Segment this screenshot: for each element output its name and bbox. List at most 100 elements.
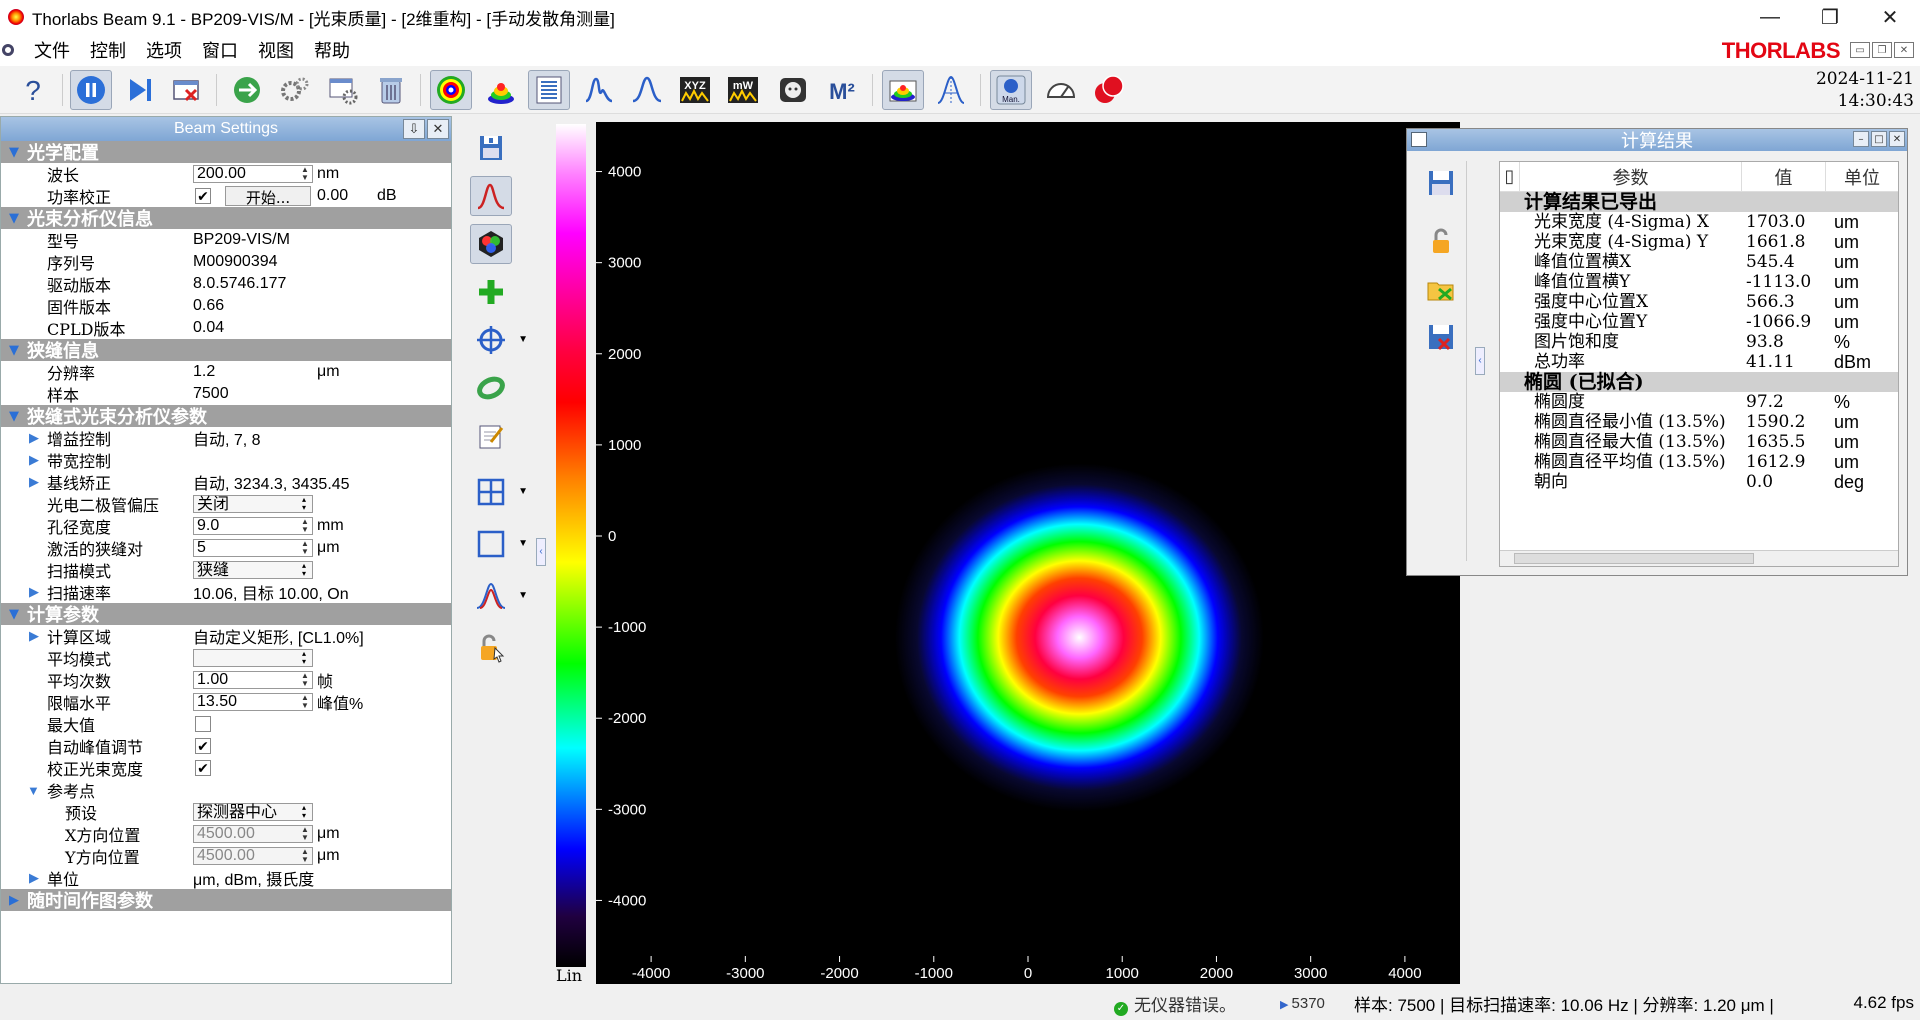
- start-button[interactable]: 开始...: [225, 186, 311, 207]
- profile-overlay-icon[interactable]: [470, 176, 512, 216]
- camera-icon[interactable]: [772, 70, 814, 110]
- unlock-cursor-icon[interactable]: [470, 628, 512, 668]
- manual-icon[interactable]: Man.: [990, 70, 1032, 110]
- results-row[interactable]: 光束宽度 (4-Sigma) X 1703.0 um: [1500, 212, 1898, 232]
- results-row[interactable]: 朝向 0.0 deg: [1500, 472, 1898, 492]
- results-minimize-button[interactable]: –: [1853, 131, 1869, 147]
- gauss-fit-icon[interactable]: [626, 70, 668, 110]
- mdi-close-button[interactable]: ✕: [1894, 42, 1914, 58]
- step-icon[interactable]: [118, 70, 160, 110]
- results-maximize-button[interactable]: □: [1871, 131, 1887, 147]
- results-row[interactable]: 总功率 41.11 dBm: [1500, 352, 1898, 372]
- 3d-view-icon[interactable]: [480, 70, 522, 110]
- grid-icon[interactable]: ▼: [470, 472, 528, 512]
- section-timechart[interactable]: ▶ 随时间作图参数: [1, 889, 451, 912]
- system-menu-icon[interactable]: [2, 44, 14, 56]
- network-icon[interactable]: [226, 70, 268, 110]
- chevron-down-icon[interactable]: ▼: [518, 590, 528, 601]
- row-bandwidth[interactable]: ▶ 带宽控制: [1, 449, 451, 471]
- correct-width-checkbox[interactable]: ✔: [195, 760, 211, 776]
- collapse-panel-handle[interactable]: ‹: [536, 538, 546, 566]
- results-row[interactable]: 峰值位置横X 545.4 um: [1500, 252, 1898, 272]
- section-slit-info[interactable]: ▼ 狭缝信息: [1, 339, 451, 362]
- results-row[interactable]: 椭圆直径平均值 (13.5%) 1612.9 um: [1500, 452, 1898, 472]
- clip-level-input[interactable]: 13.50 ▲ ▼: [193, 693, 313, 711]
- row-baseline[interactable]: ▶ 基线矫正 自动, 3234.3, 3435.45: [1, 471, 451, 493]
- config-icon[interactable]: [322, 70, 364, 110]
- crosshair-icon[interactable]: ▼: [470, 320, 528, 360]
- beam-2d-plot[interactable]: 4000 3000 2000 1000 0 -1000 -2000 -3000 -4000 -40…: [596, 122, 1460, 984]
- results-row[interactable]: 强度中心位置Y -1066.9 um: [1500, 312, 1898, 332]
- avg-count-input[interactable]: 1.00 ▲ ▼: [193, 671, 313, 689]
- clear-icon[interactable]: [370, 70, 412, 110]
- auto-peak-checkbox[interactable]: ✔: [195, 738, 211, 754]
- restore-button[interactable]: ❐: [1800, 0, 1860, 34]
- menu-window[interactable]: 窗口: [192, 37, 248, 63]
- rectangle-icon[interactable]: ▼: [470, 524, 528, 564]
- menu-control[interactable]: 控制: [80, 37, 136, 63]
- menu-options[interactable]: 选项: [136, 37, 192, 63]
- divergence-icon[interactable]: [930, 70, 972, 110]
- row-ref-point[interactable]: ▼ 参考点: [1, 779, 451, 801]
- plot-canvas[interactable]: 4000 3000 2000 1000 0 -1000 -2000 -3000 -4000 -40…: [596, 122, 1460, 984]
- m2-icon[interactable]: M²: [822, 70, 864, 110]
- results-hscrollbar[interactable]: [1500, 550, 1898, 566]
- results-row[interactable]: 图片饱和度 93.8%: [1500, 332, 1898, 352]
- unlock-icon[interactable]: [1425, 225, 1457, 257]
- save-results-icon[interactable]: [1425, 167, 1457, 199]
- pause-icon[interactable]: [70, 70, 112, 110]
- export-folder-icon[interactable]: [1425, 273, 1457, 305]
- section-slit-params[interactable]: ▼ 狭缝式光束分析仪参数: [1, 405, 451, 428]
- settings-gears-icon[interactable]: [274, 70, 316, 110]
- close-detector-icon[interactable]: [166, 70, 208, 110]
- avg-mode-select[interactable]: [193, 649, 313, 667]
- mw-icon[interactable]: mW: [722, 70, 764, 110]
- menu-file[interactable]: 文件: [24, 37, 80, 63]
- beam-profile-icon[interactable]: [578, 70, 620, 110]
- preset-select[interactable]: 探测器中心: [193, 803, 313, 821]
- results-row[interactable]: 强度中心位置X 566.3 um: [1500, 292, 1898, 312]
- col-param[interactable]: 参数: [1520, 162, 1742, 191]
- power-correction-checkbox[interactable]: ✔: [195, 188, 211, 204]
- menu-view[interactable]: 视图: [248, 37, 304, 63]
- results-table-icon[interactable]: [528, 70, 570, 110]
- menu-help[interactable]: 帮助: [304, 37, 360, 63]
- record-icon[interactable]: [1088, 70, 1130, 110]
- row-gain[interactable]: ▶ 增益控制 自动, 7, 8: [1, 427, 451, 449]
- row-units[interactable]: ▶ 单位 μm, dBm, 摄氏度: [1, 867, 451, 889]
- results-collapse-handle[interactable]: ‹: [1475, 347, 1485, 375]
- results-group-header[interactable]: 椭圆 (已拟合): [1500, 372, 1898, 392]
- mdi-restore-button[interactable]: ❐: [1872, 42, 1892, 58]
- x-position-input[interactable]: 4500.00 ▲ ▼: [193, 825, 313, 843]
- results-row[interactable]: 峰值位置横Y -1113.0 um: [1500, 272, 1898, 292]
- mdi-minimize-button[interactable]: ▭: [1850, 42, 1870, 58]
- export-icon[interactable]: ▯: [1500, 162, 1520, 191]
- color-profile-icon[interactable]: [882, 70, 924, 110]
- row-calc-area[interactable]: ▶ 计算区域 自动定义矩形, [CL1.0%]: [1, 625, 451, 647]
- gauss-profile-icon[interactable]: ▼: [470, 576, 528, 616]
- wavelength-input[interactable]: 200.00 ▲ ▼: [193, 165, 313, 183]
- results-row[interactable]: 椭圆度 97.2%: [1500, 392, 1898, 412]
- scan-mode-select[interactable]: 狭缝: [193, 561, 313, 579]
- add-icon[interactable]: [470, 272, 512, 312]
- photodiode-bias-select[interactable]: 关闭: [193, 495, 313, 513]
- help-icon[interactable]: ?: [12, 70, 54, 110]
- results-row[interactable]: 椭圆直径最小值 (13.5%) 1590.2 um: [1500, 412, 1898, 432]
- pin-button[interactable]: ⇩: [403, 119, 425, 139]
- y-position-input[interactable]: 4500.00 ▲ ▼: [193, 847, 313, 865]
- max-value-checkbox[interactable]: [195, 716, 211, 732]
- 2d-view-icon[interactable]: [430, 70, 472, 110]
- col-value[interactable]: 值: [1742, 162, 1826, 191]
- results-row[interactable]: 椭圆直径最大值 (13.5%) 1635.5 um: [1500, 432, 1898, 452]
- chevron-down-icon[interactable]: ▼: [518, 334, 528, 345]
- col-unit[interactable]: 单位: [1826, 162, 1898, 191]
- xyz-icon[interactable]: XYZ: [674, 70, 716, 110]
- section-analyzer-info[interactable]: ▼ 光束分析仪信息: [1, 207, 451, 230]
- active-slit-input[interactable]: 5 ▲ ▼: [193, 539, 313, 557]
- scroll-thumb[interactable]: [1514, 553, 1754, 564]
- results-close-button[interactable]: ✕: [1889, 131, 1905, 147]
- panel-close-button[interactable]: ✕: [427, 119, 449, 139]
- chevron-down-icon[interactable]: ▼: [518, 486, 528, 497]
- ellipse-fit-icon[interactable]: [470, 368, 512, 408]
- section-calc-params[interactable]: ▼ 计算参数: [1, 603, 451, 626]
